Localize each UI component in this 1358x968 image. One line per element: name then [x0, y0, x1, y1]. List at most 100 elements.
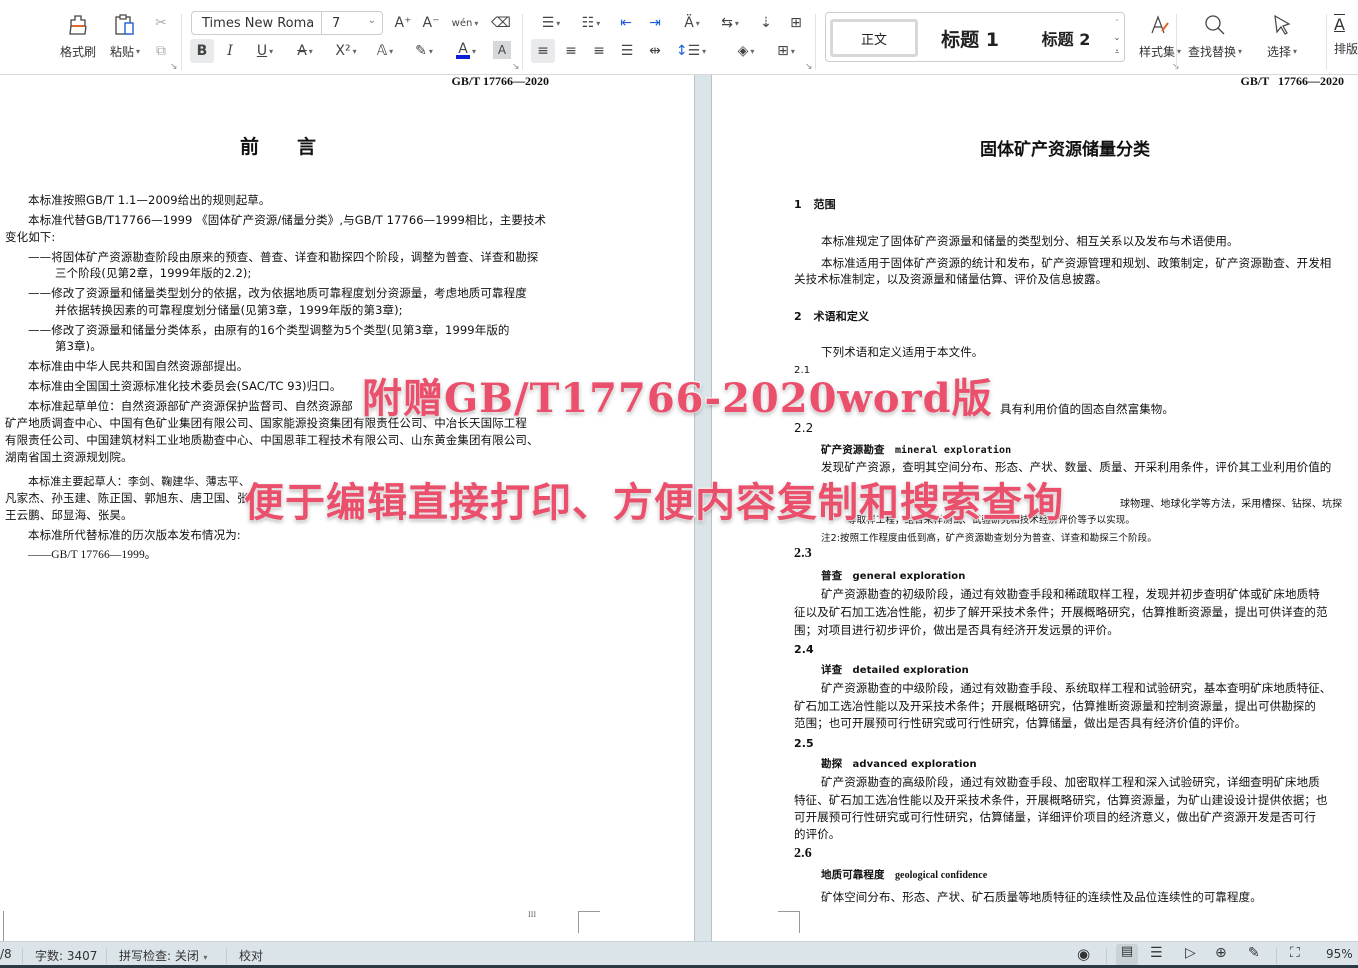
paragraph-line: 本标准规定了固体矿产资源量和储量的类型划分、相互关系以及发布与术语使用。 [821, 234, 1239, 248]
fit-page-icon[interactable]: ⛶ [1290, 945, 1300, 961]
term-title: 矿产资源勘查 mineral exploration [821, 444, 1012, 456]
style-heading-2[interactable]: 标题 2 [1022, 19, 1110, 57]
select-button[interactable]: 选择 ▾ [1254, 8, 1310, 64]
align-left-button[interactable]: ≡ [531, 39, 555, 63]
term-number: 2.6 [794, 846, 812, 861]
reading-mode-icon[interactable]: ◉ [1077, 945, 1090, 963]
layout-button[interactable]: A 排版 [1334, 8, 1358, 64]
term-definition: 矿产资源勘查的中级阶段，通过有效勘查手段、系统取样工程和试验研究，基本查明矿床地… [821, 681, 1332, 695]
proofread-button[interactable]: 校对 [239, 947, 263, 964]
decrease-indent-icon[interactable]: ⇤ [614, 12, 638, 34]
clear-format-icon[interactable]: ⌫ [490, 12, 512, 34]
superscript-button[interactable]: X² ▾ [330, 39, 362, 63]
section-heading: 2 术语和定义 [794, 310, 870, 323]
find-replace-button[interactable]: 查找替换 ▾ [1180, 8, 1250, 64]
promo-watermark-line1: 附赠GB/T17766-2020word版 [361, 374, 993, 423]
zoom-level[interactable]: 95% [1326, 947, 1353, 961]
term-definition: 范围；也可开展预可行性研究或可行性研究，估算储量，做出是否具有经济价值的评价。 [794, 716, 1247, 730]
page-title: 前 言 [240, 136, 317, 158]
format-painter-button[interactable]: 格式刷 [58, 8, 98, 64]
char-shading-button[interactable]: A [493, 41, 511, 59]
status-divider [226, 948, 227, 964]
paragraph-line: ——GB/T 17766—1999。 [28, 549, 157, 561]
gallery-scroll-up-icon[interactable]: ⌃ [1111, 15, 1123, 29]
justify-button[interactable]: ☰ [616, 39, 638, 63]
styles-gallery: 正文 标题 1 标题 2 ⌃ ⌄ ⩡ [825, 12, 1125, 62]
copy-icon[interactable]: ⧉ [150, 40, 172, 62]
italic-button[interactable]: I [219, 39, 241, 63]
style-set-label: 样式集 [1138, 44, 1175, 59]
paragraph-line: 本标准由中华人民共和国自然资源部提出。 [28, 359, 249, 373]
chevron-down-icon: ▾ [136, 46, 141, 56]
term-number: 2.4 [794, 643, 814, 656]
line-spacing-button[interactable]: ↕ ☰ ▾ [674, 39, 708, 63]
word-count[interactable]: 字数: 3407 [35, 947, 97, 964]
status-divider [1276, 948, 1277, 964]
web-view-icon[interactable]: ⊕ [1215, 945, 1227, 961]
page-indicator[interactable]: /8 [0, 947, 12, 961]
pinyin-guide-icon[interactable]: wén ▾ [448, 12, 482, 34]
shrink-font-icon[interactable]: A⁻ [420, 12, 442, 34]
term-number: 2.3 [794, 546, 812, 561]
format-painter-label: 格式刷 [59, 44, 96, 59]
term-title: 详查 detailed exploration [821, 664, 969, 676]
underline-button[interactable]: U ▾ [250, 39, 280, 63]
page-header: GB/T 17766—2020 [451, 75, 549, 88]
term-definition: 可开展预可行性研究或可行性研究，估算储量，详细评价项目的经济意义，做出矿产资源开… [794, 810, 1316, 824]
font-launcher-icon[interactable]: ↘ [512, 62, 520, 72]
strikethrough-button[interactable]: A ▾ [290, 39, 320, 63]
paragraph-launcher-icon[interactable]: ↘ [805, 62, 813, 72]
chevron-down-icon: ▾ [200, 953, 208, 962]
font-color-button[interactable]: A ▾ [450, 39, 482, 63]
chevron-down-icon: ⌄ [306, 15, 315, 26]
page-view-icon[interactable]: ▤ [1116, 944, 1138, 966]
style-heading-1[interactable]: 标题 1 [926, 19, 1014, 57]
outline-view-icon[interactable]: ☰ [1150, 945, 1163, 961]
paragraph-line: 凡家杰、孙玉建、陈正国、郭旭东、唐卫国、张 [5, 491, 249, 505]
style-normal[interactable]: 正文 [830, 19, 918, 57]
pen-icon[interactable]: ✎ [1248, 945, 1260, 961]
presentation-icon[interactable]: ▷ [1185, 945, 1196, 961]
gallery-expand-icon[interactable]: ⩡ [1111, 45, 1123, 59]
font-size-select[interactable]: 7 ⌄ [321, 11, 383, 35]
crop-mark [0, 911, 4, 941]
show-marks-icon[interactable]: ⊞ [784, 12, 808, 34]
paste-icon [115, 13, 134, 35]
align-right-button[interactable]: ≡ [588, 39, 610, 63]
increase-indent-icon[interactable]: ⇥ [643, 12, 667, 34]
paragraph-line: 变化如下: [5, 230, 56, 244]
term-definition: 具有利用价值的固态自然富集物。 [1000, 402, 1174, 416]
borders-button[interactable]: ⊞ ▾ [770, 39, 802, 63]
font-name-select[interactable]: Times New Roma ⌄ [191, 11, 322, 35]
clipboard-launcher-icon[interactable]: ↘ [170, 62, 178, 72]
align-center-button[interactable]: ≡ [560, 39, 582, 63]
gallery-scroll-down-icon[interactable]: ⌄ [1111, 30, 1123, 44]
shading-button[interactable]: ◈ ▾ [730, 39, 762, 63]
sort-icon[interactable]: ⇣ [754, 12, 778, 34]
numbered-list-icon[interactable]: ☷ ▾ [575, 12, 607, 34]
format-painter-icon [69, 14, 87, 35]
paragraph-line: 本标准代替GB/T17766—1999 《固体矿产资源/储量分类》,与GB/T … [28, 213, 547, 227]
char-scale-icon[interactable]: Ä ▾ [675, 12, 709, 34]
ribbon-divider [815, 14, 816, 70]
grow-font-icon[interactable]: A⁺ [392, 12, 414, 34]
spell-check-toggle[interactable]: 拼写检查: 关闭 ▾ [119, 947, 207, 964]
bullet-list-icon[interactable]: ☰ ▾ [535, 12, 567, 34]
text-effect-button[interactable]: 𝔸 ▾ [370, 39, 400, 63]
paragraph-line: 本标准由全国国土资源标准化技术委员会(SAC/TC 93)归口。 [28, 379, 342, 393]
crop-mark [578, 911, 600, 933]
bold-button[interactable]: B [190, 39, 214, 63]
paste-button[interactable]: 粘贴 ▾ [104, 8, 146, 64]
list-item-cont: 并依据转换因素的可靠程度划分储量(见第3章，1999年版的第3章); [55, 303, 403, 317]
cut-icon[interactable]: ✂ [150, 12, 172, 34]
highlight-button[interactable]: ✎ ▾ [408, 39, 440, 63]
paragraph-line: 有限责任公司、中国建筑材料工业地质勘查中心、中国恩菲工程技术有限公司、山东黄金集… [5, 433, 539, 447]
select-label: 选择 [1266, 44, 1291, 59]
ribbon-divider [1326, 14, 1327, 70]
term-note: 注2:按照工作程度由低到高，矿产资源勘查划分为普查、详查和勘探三个阶段。 [821, 533, 1157, 544]
text-direction-icon[interactable]: ⇆ ▾ [714, 12, 746, 34]
status-divider [106, 948, 107, 964]
list-item: ——将固体矿产资源勘查阶段由原来的预查、普查、详查和勘探四个阶段，调整为普查、详… [28, 250, 539, 264]
distribute-button[interactable]: ⇹ [644, 39, 666, 63]
term-definition: 征以及矿石加工选冶性能，初步了解开采技术条件；开展概略研究，估算推断资源量，提出… [794, 605, 1328, 619]
